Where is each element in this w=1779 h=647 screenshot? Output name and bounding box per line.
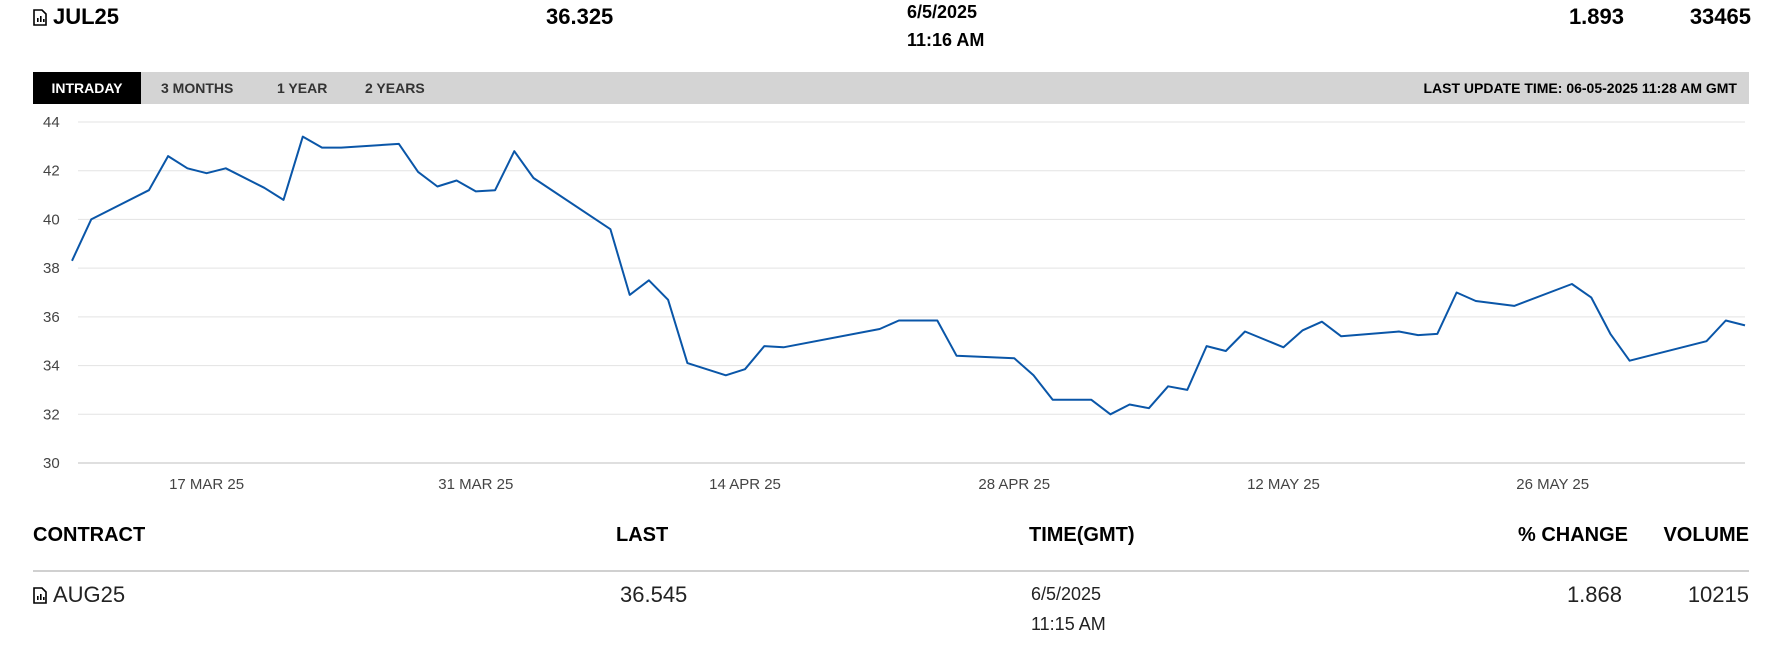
x-tick-label: 17 MAR 25 [169,476,244,493]
price-line-chart: 30 32 34 36 38 40 42 44 17 MAR 25 31 MAR 25 14 APR… [43,114,1746,493]
last-update-time: LAST UPDATE TIME: 06-05-2025 11:28 AM GM… [1423,80,1737,96]
contract-label: JUL25 [53,4,120,29]
y-tick-label: 44 [43,114,60,131]
tab-2-years[interactable]: 2 YEARS [365,72,425,104]
table-row: AUG25 36.545 6/5/2025 11:15 AM 1.868 102… [33,574,1749,644]
y-tick-label: 36 [43,309,60,326]
y-tick-label: 30 [43,455,60,472]
contracts-table-header: CONTRACT LAST TIME(GMT) % CHANGE VOLUME [33,520,1749,572]
y-tick-label: 38 [43,260,60,277]
report-file-icon [33,8,47,26]
row-time: 11:15 AM [1031,614,1106,634]
tab-intraday[interactable]: INTRADAY [33,72,141,104]
row-contract-label: AUG25 [53,582,126,607]
header-volume: VOLUME [1663,524,1749,546]
tab-1-year[interactable]: 1 YEAR [277,72,327,104]
y-tick-label: 40 [43,211,60,228]
row-volume: 10215 [1687,582,1749,607]
volume: 33465 [1689,4,1751,29]
y-tick-label: 34 [43,358,60,375]
header-pct-change: % CHANGE [1517,524,1628,546]
x-tick-label: 28 APR 25 [978,476,1050,493]
row-date: 6/5/2025 [1031,584,1102,604]
row-contract-link[interactable]: AUG25 [33,582,125,608]
y-tick-label: 32 [43,406,60,423]
header-last: LAST [616,524,669,546]
price-series-line [71,135,1746,416]
quote-time: 11:16 AM [907,30,985,50]
x-tick-label: 14 APR 25 [709,476,781,493]
x-tick-label: 31 MAR 25 [438,476,513,493]
contract-link[interactable]: JUL25 [33,4,119,30]
quote-row: JUL25 36.325 6/5/2025 11:16 AM 1.893 334… [33,0,1751,68]
header-contract: CONTRACT [33,524,146,546]
y-tick-label: 42 [43,163,60,180]
x-tick-label: 12 MAY 25 [1247,476,1320,493]
tab-3-months[interactable]: 3 MONTHS [161,72,233,104]
row-last: 36.545 [620,582,688,607]
row-pct-change: 1.868 [1566,582,1622,607]
header-time: TIME(GMT) [1029,524,1135,546]
x-tick-label: 26 MAY 25 [1516,476,1589,493]
report-file-icon [33,586,47,604]
last-price: 36.325 [546,4,614,29]
pct-change: 1.893 [1568,4,1624,29]
quote-date: 6/5/2025 [907,2,978,22]
range-tab-bar: INTRADAY 3 MONTHS 1 YEAR 2 YEARS LAST UP… [33,72,1749,104]
